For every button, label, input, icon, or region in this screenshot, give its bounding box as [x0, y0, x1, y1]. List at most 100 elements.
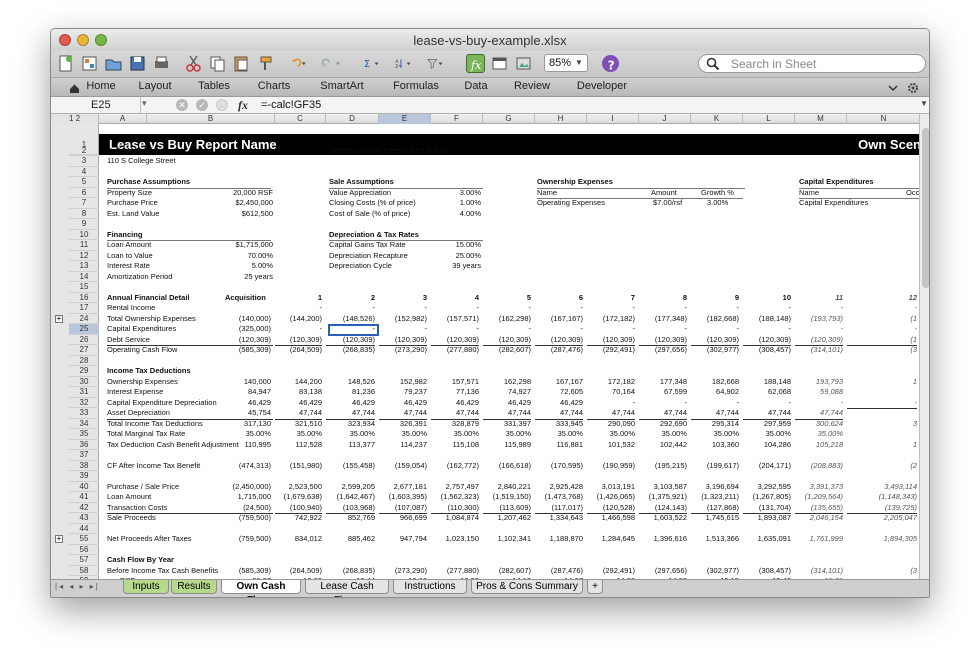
- sheet-tab-6[interactable]: +: [587, 580, 603, 594]
- sheet-tab-1[interactable]: Results: [171, 580, 217, 594]
- filter-icon[interactable]: [426, 54, 456, 73]
- row-header-2[interactable]: 2: [69, 146, 99, 156]
- column-header-i[interactable]: I: [587, 114, 639, 124]
- new-document-icon[interactable]: [56, 54, 75, 73]
- tab-home[interactable]: Home: [84, 80, 118, 92]
- row-header-16[interactable]: 16: [69, 293, 99, 303]
- row-header-11[interactable]: 11: [69, 240, 99, 251]
- gear-icon[interactable]: [907, 81, 921, 93]
- vertical-scrollbar[interactable]: [919, 114, 929, 579]
- expand-formula-icon[interactable]: ▼: [920, 99, 928, 108]
- row-header-30[interactable]: 30: [69, 377, 99, 387]
- column-header-m[interactable]: M: [795, 114, 847, 124]
- accept-formula-icon[interactable]: ✓: [196, 99, 208, 111]
- row-header-44[interactable]: 44: [69, 524, 99, 534]
- row-header-36[interactable]: 36: [69, 440, 99, 450]
- column-header-c[interactable]: C: [275, 114, 326, 124]
- row-header-27[interactable]: 27: [69, 345, 99, 356]
- formula-input[interactable]: =-calc!GF35: [261, 99, 321, 111]
- row-header-55[interactable]: 55: [69, 534, 99, 545]
- row-header-58[interactable]: 58: [69, 566, 99, 576]
- sheet-tab-4[interactable]: Instructions: [393, 580, 467, 594]
- column-header-d[interactable]: D: [326, 114, 379, 124]
- row-header-56[interactable]: 56: [69, 545, 99, 555]
- tab-review[interactable]: Review: [508, 80, 556, 92]
- tab-charts[interactable]: Charts: [251, 80, 297, 92]
- row-header-42[interactable]: 42: [69, 503, 99, 513]
- column-header-k[interactable]: K: [691, 114, 743, 124]
- search-input[interactable]: Search in Sheet: [698, 54, 926, 73]
- row-header-34[interactable]: 34: [69, 419, 99, 429]
- tab-tables[interactable]: Tables: [191, 80, 237, 92]
- open-icon[interactable]: [104, 54, 123, 73]
- sheet-tab-0[interactable]: Inputs: [123, 580, 169, 594]
- column-header-a[interactable]: A: [99, 114, 147, 124]
- column-header-h[interactable]: H: [535, 114, 587, 124]
- tab-data[interactable]: Data: [456, 80, 496, 92]
- cut-icon[interactable]: [184, 54, 203, 73]
- column-header-g[interactable]: G: [483, 114, 535, 124]
- row-header-38[interactable]: 38: [69, 461, 99, 471]
- save-icon[interactable]: [128, 54, 147, 73]
- worksheet-grid[interactable]: 1 2 3 4 5 6 7 8 9 10 11 12 13 14 15 16 17 24 25 26 27 28 29 30 3…: [51, 124, 929, 579]
- name-box[interactable]: E25: [51, 97, 141, 113]
- formula-builder-icon[interactable]: fx: [466, 54, 485, 73]
- media-browser-icon[interactable]: [514, 54, 533, 73]
- row-header-37[interactable]: 37: [69, 450, 99, 461]
- expand-group-icon[interactable]: +: [55, 535, 63, 543]
- tab-developer[interactable]: Developer: [571, 80, 633, 92]
- row-header-35[interactable]: 35: [69, 429, 99, 440]
- format-painter-icon[interactable]: [256, 54, 275, 73]
- row-header-33[interactable]: 33: [69, 408, 99, 419]
- row-header-25[interactable]: 25: [69, 324, 99, 335]
- row-header-15[interactable]: 15: [69, 282, 99, 293]
- row-header-10[interactable]: 10: [69, 230, 99, 240]
- column-header-e[interactable]: E: [379, 114, 431, 124]
- row-header-9[interactable]: 9: [69, 219, 99, 230]
- sheet-tab-3[interactable]: Lease Cash Flows: [305, 580, 389, 597]
- print-icon[interactable]: [152, 54, 171, 73]
- copy-icon[interactable]: [208, 54, 227, 73]
- function-icon[interactable]: fx: [238, 98, 248, 113]
- help-icon[interactable]: ?: [602, 55, 619, 73]
- tab-layout[interactable]: Layout: [131, 80, 179, 92]
- sheet-tab-5[interactable]: Pros & Cons Summary: [471, 580, 583, 594]
- row-header-7[interactable]: 7: [69, 198, 99, 209]
- toolbox-icon[interactable]: [490, 54, 509, 73]
- row-header-41[interactable]: 41: [69, 492, 99, 503]
- row-header-17[interactable]: 17: [69, 303, 99, 314]
- row-header-12[interactable]: 12: [69, 251, 99, 261]
- expand-group-icon[interactable]: +: [55, 314, 63, 323]
- row-header-5[interactable]: 5: [69, 177, 99, 188]
- sort-icon[interactable]: AZ: [394, 54, 424, 73]
- redo-icon[interactable]: [321, 54, 352, 73]
- row-header-40[interactable]: 40: [69, 482, 99, 492]
- collapse-ribbon-icon[interactable]: [887, 81, 899, 93]
- outline-levels[interactable]: 1 2: [51, 114, 99, 124]
- row-header-13[interactable]: 13: [69, 261, 99, 272]
- row-header-24[interactable]: 24: [69, 314, 99, 324]
- name-box-dropdown-icon[interactable]: ▾: [142, 98, 147, 109]
- column-header-f[interactable]: F: [431, 114, 483, 124]
- sheet-tab-2[interactable]: Own Cash Flows: [221, 580, 301, 597]
- row-header-43[interactable]: 43: [69, 513, 99, 524]
- row-header-32[interactable]: 32: [69, 398, 99, 408]
- row-header-3[interactable]: 3: [69, 156, 99, 167]
- row-header-31[interactable]: 31: [69, 387, 99, 398]
- row-header-8[interactable]: 8: [69, 209, 99, 219]
- row-header-26[interactable]: 26: [69, 335, 99, 345]
- chevron-down-icon[interactable]: ▼: [573, 55, 585, 70]
- column-header-n[interactable]: N: [847, 114, 921, 124]
- tab-smartart[interactable]: SmartArt: [313, 80, 371, 92]
- row-header-6[interactable]: 6: [69, 188, 99, 198]
- autosum-icon[interactable]: Σ: [362, 54, 392, 73]
- undo-icon[interactable]: [288, 54, 318, 73]
- row-header-39[interactable]: 39: [69, 471, 99, 482]
- row-header-4[interactable]: 4: [69, 167, 99, 177]
- scrollbar-thumb[interactable]: [922, 128, 929, 288]
- gallery-icon[interactable]: [80, 54, 99, 73]
- tab-formulas[interactable]: Formulas: [386, 80, 446, 92]
- column-header-b[interactable]: B: [147, 114, 275, 124]
- row-header-28[interactable]: 28: [69, 356, 99, 366]
- sheet-nav-arrows[interactable]: |◂ ◂ ▸ ▸|: [55, 582, 100, 591]
